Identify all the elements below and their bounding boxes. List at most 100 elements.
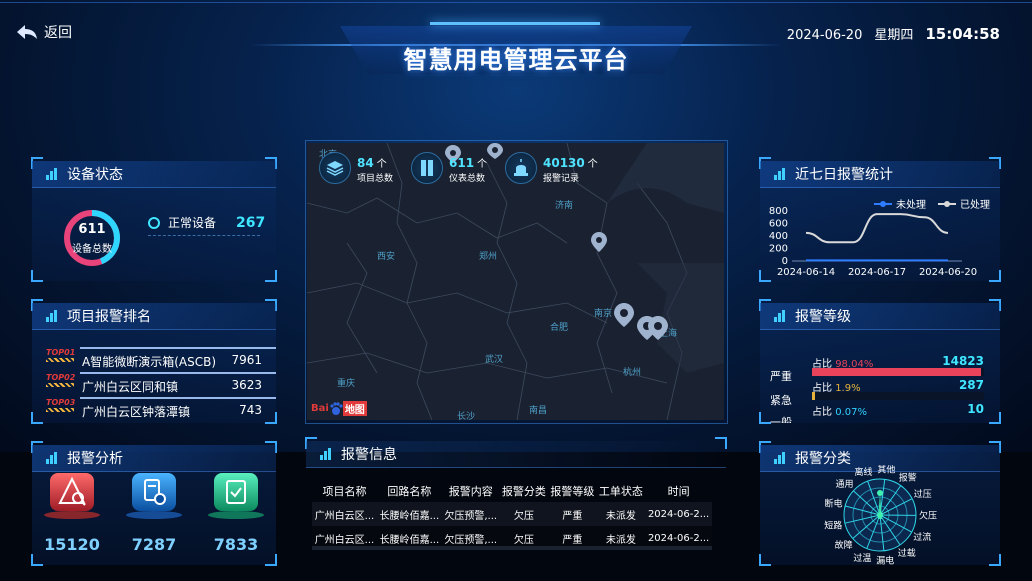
table-cell: 未派发 <box>596 502 646 526</box>
city-label: 长沙 <box>457 412 476 420</box>
bars-icon <box>774 452 785 464</box>
stat-unit: 个 <box>587 159 598 170</box>
meter-icon <box>411 152 443 184</box>
level-bar <box>812 368 981 376</box>
date: 2024-06-20 <box>786 28 863 43</box>
weekday: 星期四 <box>874 28 914 43</box>
page-title: 智慧用电管理云平台 <box>403 46 629 74</box>
location-pin-icon[interactable] <box>591 232 607 252</box>
rank-bar <box>80 397 276 399</box>
y-tick-label: 0 <box>782 256 788 267</box>
radar-label: 其他 <box>877 465 895 475</box>
device-total-label: 设备总数 <box>72 244 112 255</box>
ranking-item[interactable]: TOP02 广州白云区同和镇 3623 <box>46 372 276 398</box>
datetime: 2024-06-20 星期四 15:04:58 <box>787 24 1000 43</box>
meter-total-stat: 611 个仪表总数 <box>411 152 487 184</box>
rank-tag: TOP02 <box>46 373 76 382</box>
ranking-item[interactable]: TOP01 A智能微断演示箱(ASCB) 7961 <box>46 347 276 373</box>
radar-label: 离线 <box>855 466 873 478</box>
icon-base <box>44 511 100 519</box>
column-header: 报警等级 <box>550 485 595 498</box>
level-row: 占比 1.9% 287 <box>812 378 984 400</box>
map[interactable]: 西安 郑州 济南 合肥 南京 武汉 杭州 重庆 长沙 南昌 上海 北京 84个项… <box>307 143 724 420</box>
bars-icon <box>46 168 57 180</box>
radar-label: 过流 <box>913 531 931 543</box>
panel-title: 设备状态 <box>67 167 123 183</box>
location-pin-icon[interactable] <box>487 143 503 159</box>
panel-title: 报警分析 <box>67 451 123 467</box>
radar-point <box>877 512 883 518</box>
city-label: 西安 <box>377 252 396 262</box>
city-label: 重庆 <box>337 379 356 389</box>
radar-label: 断电 <box>825 497 843 509</box>
city-label: 济南 <box>555 201 574 211</box>
level-count: 287 <box>958 378 984 392</box>
location-pin-icon[interactable] <box>648 316 668 340</box>
rank-name: A智能微断演示箱(ASCB) <box>82 355 217 369</box>
ring-chart <box>64 210 120 266</box>
table-scrollbar[interactable] <box>312 546 712 550</box>
y-tick-label: 600 <box>769 219 788 230</box>
alarm-total-card[interactable]: 15120 <box>40 473 104 554</box>
level-row: 占比 98.04% 14823 <box>812 354 984 376</box>
rank-bar <box>80 347 276 349</box>
column-header: 项目名称 <box>322 485 367 498</box>
alarm-level-panel: 报警等级 严重 紧急 一般 占比 98.04% 14823 占比 1.9% 28… <box>759 299 1001 424</box>
stat-unit: 个 <box>477 159 488 170</box>
project-ranking-panel: 项目报警排名 TOP01 A智能微断演示箱(ASCB) 7961 TOP02 广… <box>31 299 277 424</box>
panel-title: 报警信息 <box>341 447 397 463</box>
alarm-pending-card[interactable]: 7287 <box>122 473 186 554</box>
baidu-logo: Bai 地图 <box>311 401 367 416</box>
location-pin-icon[interactable] <box>614 303 634 327</box>
bars-icon <box>774 310 785 322</box>
alarm-category-panel: 报警分类 过压 欠压 过流 过载 漏电 过温 故障 短路 断电 通用 离线 其他 报警 <box>759 441 1001 566</box>
layers-icon <box>319 152 351 184</box>
stat-label: 项目总数 <box>357 174 394 184</box>
panel-header: 项目报警排名 <box>32 303 276 330</box>
stat-label: 仪表总数 <box>449 174 486 184</box>
rank-name: 广州白云区钟落潭镇 <box>82 405 191 419</box>
table-header-row: 项目名称 回路名称 报警内容 报警分类 报警等级 工单状态 时间 <box>312 480 712 502</box>
panel-title: 近七日报警统计 <box>795 167 893 183</box>
normal-device-row: 正常设备 267 <box>148 214 265 231</box>
rank-name: 广州白云区同和镇 <box>82 380 179 394</box>
column-header: 报警分类 <box>501 485 546 498</box>
rank-stripe <box>46 383 74 387</box>
series-line <box>805 213 949 244</box>
stat-label: 报警记录 <box>543 174 580 184</box>
table-row[interactable]: 广州白云区... 长腰岭佰嘉... 欠压预警,... 欠压 严重 未派发 202… <box>312 502 712 526</box>
alarm-record-stat: 40130 个报警记录 <box>505 152 598 184</box>
level-label: 严重 <box>770 370 792 383</box>
level-label: 一般 <box>770 416 792 423</box>
ranking-item[interactable]: TOP03 广州白云区钟落潭镇 743 <box>46 397 276 423</box>
icon-base <box>208 511 264 519</box>
table-cell: 2024-06-2... <box>645 502 712 526</box>
bars-icon <box>46 452 57 464</box>
back-button[interactable]: 返回 <box>16 22 72 42</box>
alarm-done-card[interactable]: 7833 <box>204 473 268 554</box>
level-pct: 0.07% <box>835 407 867 418</box>
rank-value: 743 <box>239 403 262 417</box>
level-count: 14823 <box>942 354 984 368</box>
stat-value: 611 <box>449 156 475 170</box>
title-glow <box>430 22 600 25</box>
map-lines <box>307 143 724 420</box>
alarm-analysis-panel: 报警分析 15120 7287 7833 <box>31 441 277 566</box>
x-tick-label: 2024-06-14 <box>777 267 835 278</box>
divider <box>148 235 260 236</box>
clipboard-check-icon <box>214 473 258 511</box>
panel-header: 报警信息 <box>306 441 726 468</box>
level-label: 紧急 <box>770 394 792 407</box>
alarm-search-icon <box>50 473 94 511</box>
category-radar-chart: 过压欠压过流过载漏电过温故障 短路 断电 通用离线 其他报警 <box>824 465 937 565</box>
radar-label: 故障 <box>835 539 853 551</box>
city-label: 南昌 <box>529 406 548 416</box>
alarm-light-icon <box>505 152 537 184</box>
device-total: 611 <box>78 222 106 237</box>
level-row: 占比 0.07% 10 <box>812 402 984 418</box>
back-label: 返回 <box>44 25 72 41</box>
alarm-table: 项目名称 回路名称 报警内容 报警分类 报警等级 工单状态 时间 广州白云区..… <box>312 480 712 550</box>
y-tick-label: 400 <box>769 231 788 242</box>
y-tick-label: 200 <box>769 244 788 255</box>
bars-icon <box>320 448 331 460</box>
